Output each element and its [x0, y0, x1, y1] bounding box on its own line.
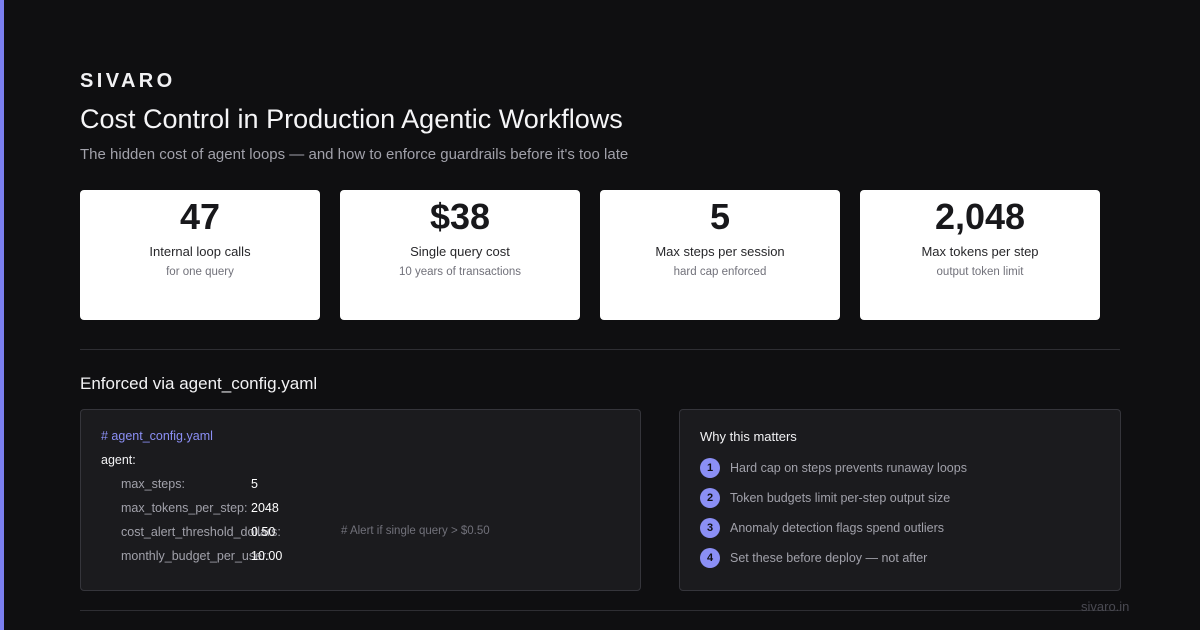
code-value: 10.00 — [251, 549, 283, 563]
number-badge: 3 — [700, 518, 720, 538]
number-badge: 1 — [700, 458, 720, 478]
brand-logo: SIVARO — [80, 70, 176, 92]
why-item-text: Hard cap on steps prevents runaway loops — [730, 461, 967, 475]
config-code-panel: # agent_config.yaml agent: max_steps: 5 … — [80, 409, 641, 591]
section-title: Enforced via agent_config.yaml — [80, 374, 318, 393]
stat-label: Single query cost — [410, 244, 510, 259]
code-key: max_tokens_per_step: — [121, 501, 248, 515]
stat-label: Max steps per session — [655, 244, 785, 259]
footer-url: sivaro.in — [1081, 599, 1130, 614]
why-item-text: Token budgets limit per-step output size — [730, 491, 951, 505]
number-badge: 4 — [700, 548, 720, 568]
page-subtitle: The hidden cost of agent loops — and how… — [80, 146, 629, 163]
stat-value: 5 — [709, 196, 731, 237]
stat-card-query-cost: $38 Single query cost 10 years of transa… — [340, 190, 580, 320]
stat-value: 2,048 — [934, 196, 1026, 237]
stat-label: Internal loop calls — [149, 244, 251, 259]
page-title: Cost Control in Production Agentic Workf… — [80, 104, 623, 134]
code-root-key: agent: — [101, 453, 136, 467]
code-value: 5 — [251, 477, 258, 491]
stat-card-max-tokens: 2,048 Max tokens per step output token l… — [860, 190, 1100, 320]
footer-divider — [80, 610, 1120, 611]
stat-card-max-steps: 5 Max steps per session hard cap enforce… — [600, 190, 840, 320]
stat-label: Max tokens per step — [921, 244, 1039, 259]
stat-note: 10 years of transactions — [398, 266, 522, 278]
accent-bar — [0, 0, 4, 630]
stat-note: for one query — [166, 266, 234, 278]
why-item-text: Anomaly detection flags spend outliers — [730, 521, 945, 535]
stat-value: $38 — [429, 196, 491, 237]
stat-value: 47 — [179, 196, 221, 237]
stat-card-loop-calls: 47 Internal loop calls for one query — [80, 190, 320, 320]
why-title: Why this matters — [700, 429, 797, 444]
code-key: monthly_budget_per_user: — [121, 549, 270, 563]
stat-note: hard cap enforced — [673, 266, 767, 278]
code-inline-comment: # Alert if single query > $0.50 — [341, 525, 490, 537]
why-panel: Why this matters 1 Hard cap on steps pre… — [679, 409, 1121, 591]
code-value: 0.50 — [251, 525, 276, 539]
stats-row: 47 Internal loop calls for one query $38… — [80, 190, 1100, 320]
code-value: 2048 — [251, 501, 279, 515]
code-key: max_steps: — [121, 477, 185, 491]
section-divider — [80, 349, 1120, 350]
number-badge: 2 — [700, 488, 720, 508]
why-item-text: Set these before deploy — not after — [730, 551, 928, 565]
stat-note: output token limit — [936, 266, 1024, 278]
code-comment: # agent_config.yaml — [101, 429, 213, 443]
slide: SIVARO Cost Control in Production Agenti… — [0, 0, 1200, 630]
